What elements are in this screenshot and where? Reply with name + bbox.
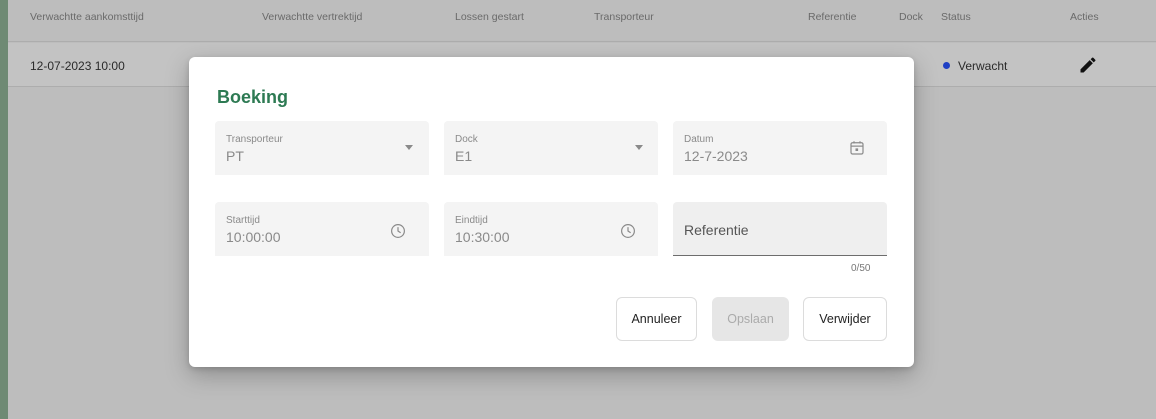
cancel-button[interactable]: Annuleer — [616, 297, 697, 341]
start-time-value: 10:00:00 — [226, 229, 281, 245]
chevron-down-icon — [635, 145, 643, 150]
clock-icon[interactable] — [619, 222, 637, 240]
calendar-icon[interactable] — [848, 139, 866, 157]
end-time-value: 10:30:00 — [455, 229, 510, 245]
date-label: Datum — [684, 134, 714, 145]
col-header-dock: Dock — [899, 11, 923, 23]
dialog-title: Boeking — [217, 87, 289, 107]
reference-label: Referentie — [684, 222, 749, 238]
delete-button[interactable]: Verwijder — [803, 297, 887, 341]
pencil-icon[interactable] — [1078, 55, 1098, 75]
col-header-actions: Acties — [1070, 11, 1099, 23]
carrier-select[interactable]: Transporteur PT — [215, 121, 429, 175]
dock-select[interactable]: Dock E1 — [444, 121, 658, 175]
col-header-arrival: Verwachtte aankomsttijd — [30, 11, 144, 23]
side-strip — [0, 0, 8, 419]
end-time-label: Eindtijd — [455, 215, 488, 226]
table-header: Verwachtte aankomsttijd Verwachtte vertr… — [8, 0, 1156, 42]
carrier-value: PT — [226, 148, 244, 164]
col-header-reference: Referentie — [808, 11, 857, 23]
reference-input[interactable]: Referentie — [673, 202, 887, 256]
cell-arrival: 12-07-2023 10:00 — [30, 59, 125, 73]
cell-status: Verwacht — [958, 59, 1008, 73]
end-time-field[interactable]: Eindtijd 10:30:00 — [444, 202, 658, 256]
col-header-departure: Verwachtte vertrektijd — [262, 11, 363, 23]
status-dot-icon — [943, 62, 950, 69]
booking-dialog: Boeking Transporteur PT Dock E1 Datum 12… — [189, 57, 914, 367]
col-header-status: Status — [941, 11, 971, 23]
dock-value: E1 — [455, 148, 473, 164]
dock-label: Dock — [455, 134, 478, 145]
start-time-field[interactable]: Starttijd 10:00:00 — [215, 202, 429, 256]
start-time-label: Starttijd — [226, 215, 260, 226]
carrier-label: Transporteur — [226, 134, 283, 145]
clock-icon[interactable] — [389, 222, 407, 240]
col-header-carrier: Transporteur — [594, 11, 654, 23]
reference-char-counter: 0/50 — [851, 263, 871, 274]
save-button[interactable]: Opslaan — [712, 297, 789, 341]
date-value: 12-7-2023 — [684, 148, 748, 164]
chevron-down-icon — [405, 145, 413, 150]
date-field[interactable]: Datum 12-7-2023 — [673, 121, 887, 175]
col-header-unloading: Lossen gestart — [455, 11, 524, 23]
